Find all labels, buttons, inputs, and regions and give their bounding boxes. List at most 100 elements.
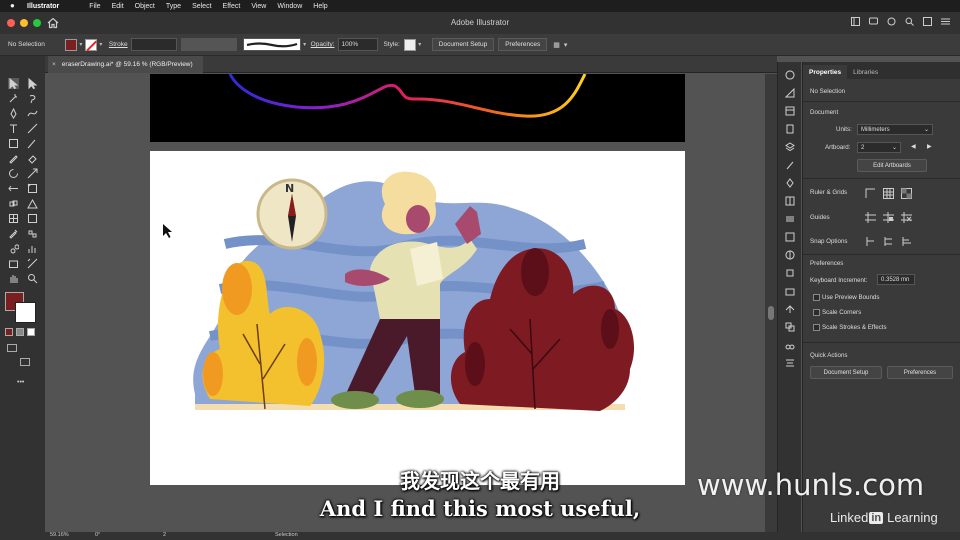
discover-icon[interactable] bbox=[869, 17, 878, 26]
draw-mode-icon[interactable] bbox=[7, 344, 17, 352]
scrollbar-thumb[interactable] bbox=[768, 306, 774, 320]
width-tool-icon[interactable] bbox=[8, 183, 19, 194]
graphic-styles-icon[interactable] bbox=[785, 286, 795, 296]
variable-width-field[interactable] bbox=[180, 38, 237, 51]
quick-preferences-button[interactable]: Preferences bbox=[887, 366, 953, 379]
scale-corners-label[interactable]: Scale Corners bbox=[822, 309, 861, 316]
shape-builder-tool-icon[interactable] bbox=[8, 198, 19, 209]
zoom-tool-icon[interactable] bbox=[27, 273, 38, 284]
search-icon[interactable] bbox=[905, 17, 914, 26]
stroke-label[interactable]: Stroke bbox=[109, 41, 128, 48]
snap-to-glyph-icon[interactable] bbox=[901, 236, 912, 247]
document-setup-button[interactable]: Document Setup bbox=[431, 38, 495, 51]
brush-definition-field[interactable] bbox=[242, 38, 301, 51]
scale-strokes-label[interactable]: Scale Strokes & Effects bbox=[822, 324, 887, 331]
stroke-color-swatch[interactable] bbox=[15, 302, 36, 323]
gradient-mode-icon[interactable] bbox=[16, 328, 24, 336]
hand-tool-icon[interactable] bbox=[8, 273, 19, 284]
symbols-icon[interactable] bbox=[785, 178, 795, 188]
menu-object[interactable]: Object bbox=[135, 3, 155, 10]
snap-to-point-icon[interactable] bbox=[865, 236, 876, 247]
swatches-icon[interactable] bbox=[785, 196, 795, 206]
slice-tool-icon[interactable] bbox=[27, 258, 38, 269]
curvature-tool-icon[interactable] bbox=[27, 108, 38, 119]
arrange-documents-icon[interactable] bbox=[851, 17, 860, 26]
units-dropdown[interactable]: Millimeters ⌄ bbox=[857, 124, 933, 135]
tab-properties[interactable]: Properties bbox=[803, 65, 848, 79]
opacity-label[interactable]: Opacity: bbox=[311, 41, 335, 48]
artboard-dropdown[interactable]: 2 ⌄ bbox=[857, 142, 901, 153]
gradient-tool-icon[interactable] bbox=[27, 213, 38, 224]
scale-tool-icon[interactable] bbox=[27, 168, 38, 179]
color-panel-icon[interactable] bbox=[785, 70, 795, 80]
rectangle-tool-icon[interactable] bbox=[8, 138, 19, 149]
menu-type[interactable]: Type bbox=[166, 3, 181, 10]
gradient-panel-icon[interactable] bbox=[785, 232, 795, 242]
blend-tool-icon[interactable] bbox=[27, 228, 38, 239]
apple-icon[interactable]: ● bbox=[10, 2, 17, 10]
menu-file[interactable]: File bbox=[89, 3, 100, 10]
none-mode-icon[interactable] bbox=[27, 328, 35, 336]
align-icon[interactable]: ▦ bbox=[553, 41, 560, 49]
tab-libraries[interactable]: Libraries bbox=[847, 65, 884, 79]
more-options-icon[interactable]: ▾ bbox=[564, 41, 568, 49]
rotation-value[interactable]: 0° bbox=[95, 532, 100, 538]
menu-icon[interactable] bbox=[941, 17, 950, 26]
menu-window[interactable]: Window bbox=[277, 3, 302, 10]
stroke-dropdown-icon[interactable]: ▾ bbox=[97, 41, 105, 48]
show-guides-icon[interactable] bbox=[865, 212, 876, 223]
line-tool-icon[interactable] bbox=[27, 123, 38, 134]
column-graph-tool-icon[interactable] bbox=[27, 243, 38, 254]
paintbrush-tool-icon[interactable] bbox=[27, 138, 38, 149]
lasso-tool-icon[interactable] bbox=[27, 93, 38, 104]
layers-icon[interactable] bbox=[785, 142, 795, 152]
stroke-swatch[interactable] bbox=[84, 38, 97, 51]
transparency-icon[interactable] bbox=[785, 250, 795, 260]
quick-document-setup-button[interactable]: Document Setup bbox=[810, 366, 882, 379]
libraries-icon[interactable] bbox=[785, 124, 795, 134]
symbol-sprayer-tool-icon[interactable] bbox=[8, 243, 19, 254]
pen-tool-icon[interactable] bbox=[8, 108, 19, 119]
transparency-grid-icon[interactable] bbox=[901, 188, 912, 199]
next-artboard-icon[interactable]: ▶ bbox=[927, 143, 932, 150]
grid-icon[interactable] bbox=[883, 188, 894, 199]
scale-strokes-checkbox[interactable] bbox=[813, 324, 820, 331]
screen-mode-icon[interactable] bbox=[20, 358, 30, 366]
menu-help[interactable]: Help bbox=[313, 3, 327, 10]
links-icon[interactable] bbox=[785, 340, 795, 350]
scale-corners-checkbox[interactable] bbox=[813, 309, 820, 316]
style-dropdown-icon[interactable]: ▾ bbox=[416, 41, 424, 48]
artboards[interactable]: N bbox=[45, 74, 765, 532]
brush-dropdown-icon[interactable]: ▾ bbox=[301, 41, 309, 48]
stroke-icon[interactable] bbox=[785, 214, 795, 224]
menu-select[interactable]: Select bbox=[192, 3, 211, 10]
pencil-tool-icon[interactable] bbox=[8, 153, 19, 164]
brushes-icon[interactable] bbox=[785, 160, 795, 170]
app-menu[interactable]: Illustrator bbox=[27, 3, 59, 10]
artboard-tool-icon[interactable] bbox=[8, 258, 19, 269]
canvas-area[interactable]: N bbox=[45, 74, 765, 532]
color-mode-icon[interactable] bbox=[5, 328, 13, 336]
snap-to-pixel-icon[interactable] bbox=[883, 236, 894, 247]
keyboard-increment-field[interactable]: 0.3528 mn bbox=[877, 274, 915, 285]
menu-view[interactable]: View bbox=[251, 3, 266, 10]
opacity-field[interactable]: 100% bbox=[337, 38, 378, 51]
share-icon[interactable] bbox=[887, 17, 896, 26]
vertical-scrollbar[interactable] bbox=[765, 74, 777, 532]
lock-guides-icon[interactable] bbox=[883, 212, 894, 223]
magic-wand-tool-icon[interactable] bbox=[8, 93, 19, 104]
previous-artboard-icon[interactable]: ◀ bbox=[911, 143, 916, 150]
asset-export-icon[interactable] bbox=[785, 304, 795, 314]
free-transform-tool-icon[interactable] bbox=[27, 183, 38, 194]
color-guide-icon[interactable] bbox=[785, 88, 795, 98]
artboard-navigator[interactable]: 2 bbox=[163, 532, 166, 538]
menu-effect[interactable]: Effect bbox=[223, 3, 241, 10]
align-panel-icon[interactable] bbox=[785, 358, 795, 368]
eyedropper-tool-icon[interactable] bbox=[8, 228, 19, 239]
artboards-panel-icon[interactable] bbox=[785, 322, 795, 332]
clear-guides-icon[interactable] bbox=[901, 212, 912, 223]
stroke-weight-field[interactable] bbox=[130, 38, 177, 51]
use-preview-bounds-label[interactable]: Use Preview Bounds bbox=[822, 294, 879, 301]
zoom-level[interactable]: 59.16% bbox=[50, 532, 69, 538]
preferences-button[interactable]: Preferences bbox=[498, 38, 548, 51]
